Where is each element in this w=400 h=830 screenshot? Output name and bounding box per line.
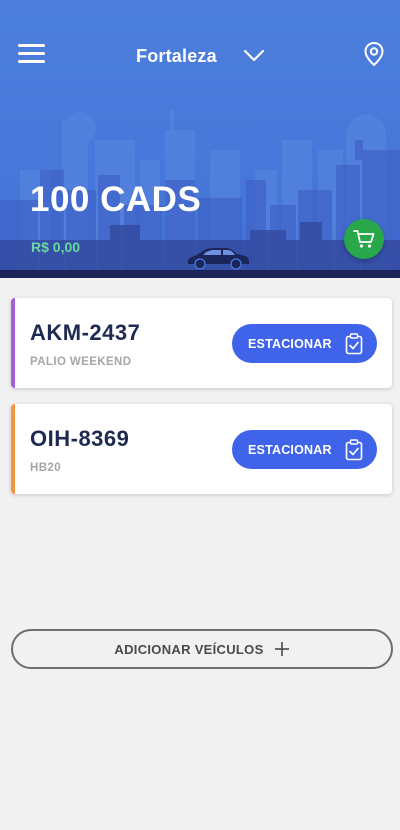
city-selector[interactable]: Fortaleza — [136, 40, 265, 72]
vehicle-model: PALIO WEEKEND — [30, 356, 132, 368]
vehicle-card: OIH-8369 HB20 ESTACIONAR — [11, 404, 392, 494]
shopping-cart-icon — [353, 230, 375, 248]
location-pin-icon[interactable] — [363, 41, 385, 67]
city-name: Fortaleza — [136, 45, 217, 66]
hamburger-menu-icon[interactable] — [18, 44, 45, 64]
vehicle-plate: AKM-2437 — [30, 320, 141, 345]
park-button[interactable]: ESTACIONAR — [232, 324, 377, 363]
clipboard-check-icon — [345, 333, 363, 355]
cads-balance-title: 100 CADS — [30, 180, 202, 219]
clipboard-check-icon — [345, 439, 363, 461]
park-button-label: ESTACIONAR — [248, 336, 332, 351]
money-balance: R$ 0,00 — [31, 239, 81, 255]
vehicle-model: HB20 — [30, 462, 62, 474]
vehicle-card: AKM-2437 PALIO WEEKEND ESTACIONAR — [11, 298, 392, 388]
plus-icon — [274, 642, 289, 656]
vehicle-card-accent — [11, 404, 15, 494]
header-bottom-bar — [0, 270, 400, 278]
add-vehicles-button[interactable]: ADICIONAR VEÍCULOS — [11, 629, 393, 669]
car-icon — [188, 248, 249, 270]
park-button-label: ESTACIONAR — [248, 442, 332, 457]
vehicle-plate: OIH-8369 — [30, 426, 130, 451]
cart-button[interactable] — [344, 219, 384, 259]
vehicle-card-accent — [11, 298, 15, 388]
add-vehicles-label: ADICIONAR VEÍCULOS — [114, 641, 264, 657]
chevron-down-icon — [243, 49, 264, 62]
park-button[interactable]: ESTACIONAR — [232, 430, 377, 469]
